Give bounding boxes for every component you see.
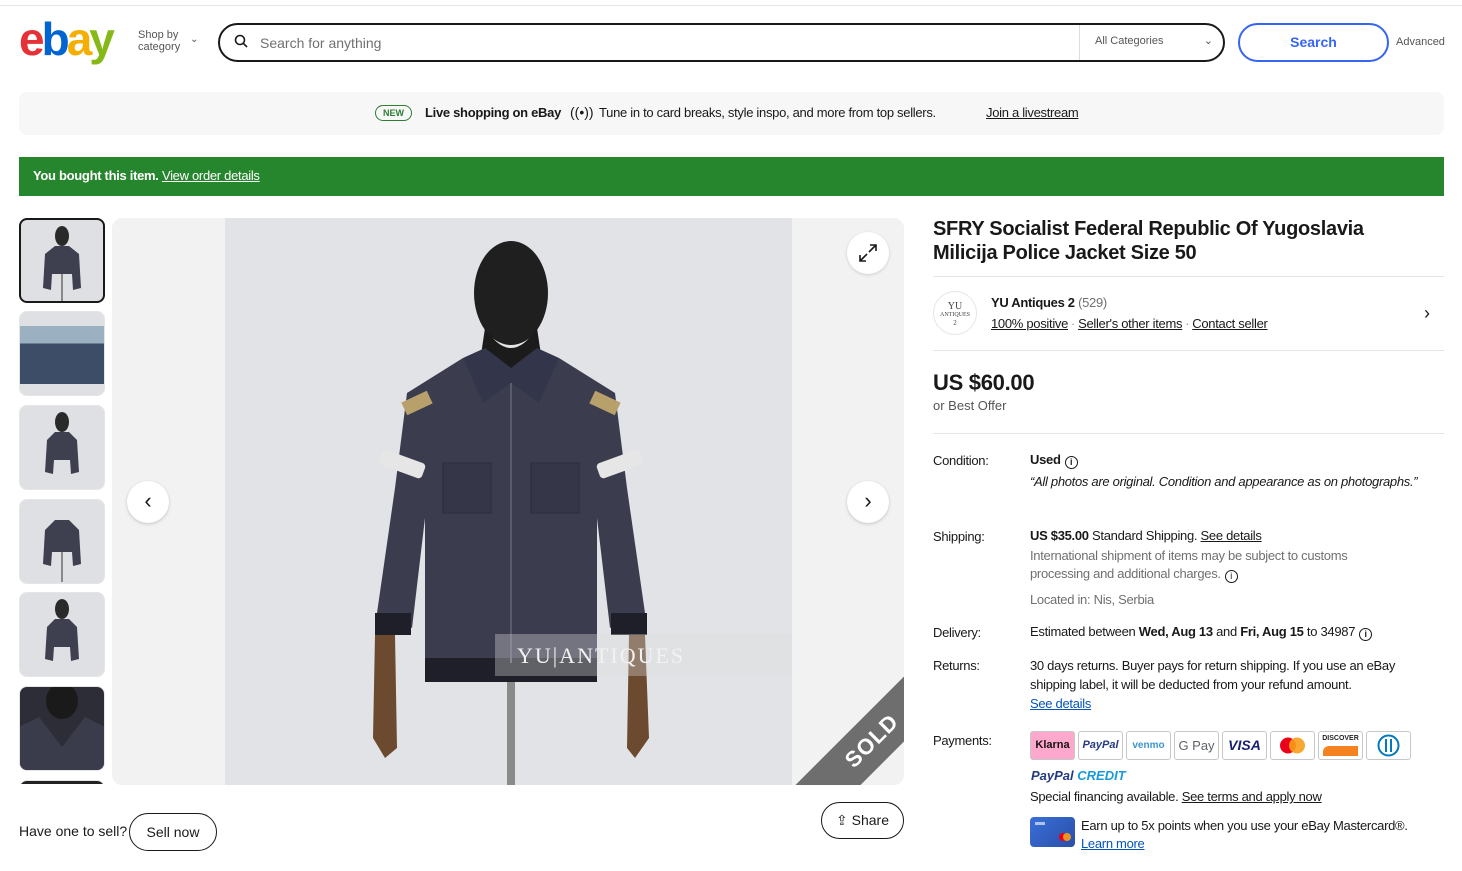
google-pay-icon: G Pay xyxy=(1174,731,1219,760)
livestream-text: Tune in to card breaks, style inspo, and… xyxy=(599,105,936,120)
sold-overlay: SOLD xyxy=(672,597,904,785)
thumbnail-3[interactable] xyxy=(19,405,105,490)
join-livestream-link[interactable]: Join a livestream xyxy=(986,105,1079,120)
discover-icon: DISCOVER xyxy=(1318,731,1363,760)
top-divider xyxy=(0,5,1462,6)
shipping-details-link[interactable]: See details xyxy=(1201,528,1262,543)
category-select[interactable]: All Categories ⌄ xyxy=(1079,25,1223,60)
ebay-logo[interactable]: ebay xyxy=(19,16,115,62)
collar-closeup xyxy=(20,687,104,770)
venmo-icon: venmo xyxy=(1126,731,1171,760)
next-image-button[interactable]: › xyxy=(847,481,889,523)
thumbnail-strip xyxy=(19,218,105,784)
shipping-label: Shipping: xyxy=(933,529,985,544)
jacket-thumbnail xyxy=(43,520,81,582)
shipping-value: US $35.00 Standard Shipping. See details… xyxy=(1030,527,1430,609)
jacket-thumbnail xyxy=(45,599,79,661)
search-button[interactable]: Search xyxy=(1238,23,1389,62)
purchase-message: You bought this item. xyxy=(33,168,159,183)
advanced-search-link[interactable]: Advanced xyxy=(1396,36,1445,48)
new-badge: NEW xyxy=(375,105,412,121)
returns-label: Returns: xyxy=(933,658,980,673)
share-icon: ⇪ xyxy=(836,812,848,828)
sold-label: SOLD xyxy=(728,597,904,785)
positive-feedback-link[interactable]: 100% positive xyxy=(991,316,1068,331)
thumbnail-7[interactable] xyxy=(19,780,105,784)
thumbnail-6[interactable] xyxy=(19,686,105,771)
divider xyxy=(933,433,1444,434)
diners-club-icon xyxy=(1366,731,1411,760)
ebay-mastercard-icon xyxy=(1030,817,1075,847)
sell-now-button[interactable]: Sell now xyxy=(129,813,217,851)
financing-info: Special financing available. See terms a… xyxy=(1030,789,1322,804)
divider xyxy=(933,350,1444,351)
delivery-label: Delivery: xyxy=(933,625,981,640)
paypal-icon: PayPal xyxy=(1078,731,1123,760)
paypal-credit-logo: PayPal CREDIT xyxy=(1031,768,1126,783)
search-bar: All Categories ⌄ xyxy=(218,23,1225,62)
returns-value: 30 days returns. Buyer pays for return s… xyxy=(1030,658,1396,711)
expand-icon xyxy=(859,244,877,262)
jacket-thumbnail xyxy=(45,412,79,474)
contact-seller-link[interactable]: Contact seller xyxy=(1192,316,1268,331)
purchase-banner: You bought this item. View order details xyxy=(19,157,1444,196)
share-button[interactable]: ⇪ Share xyxy=(821,802,904,839)
condition-value: Used i “All photos are original. Conditio… xyxy=(1030,451,1430,491)
chevron-down-icon: ⌄ xyxy=(190,34,199,45)
previous-image-button[interactable]: ‹ xyxy=(127,481,169,523)
best-offer-text: or Best Offer xyxy=(933,398,1007,413)
thumbnail-4[interactable] xyxy=(19,499,105,584)
thumbnail-1[interactable] xyxy=(19,218,105,303)
mastercard-promo: Earn up to 5x points when you use your e… xyxy=(1081,818,1408,851)
seller-links: 100% positive · Seller's other items · Conta… xyxy=(991,316,1268,331)
thumbnail-5[interactable] xyxy=(19,592,105,677)
visa-icon: VISA xyxy=(1222,731,1267,760)
search-icon xyxy=(234,34,248,48)
klarna-icon: Klarna xyxy=(1030,731,1075,760)
search-input[interactable] xyxy=(260,33,1060,53)
seller-avatar[interactable]: YU ANTIQUES 2 xyxy=(933,291,977,335)
jacket-thumbnail xyxy=(43,226,81,301)
have-one-to-sell-text: Have one to sell? xyxy=(19,823,128,839)
broadcast-icon: ((•)) xyxy=(570,104,594,120)
livestream-title: Live shopping on eBay xyxy=(425,105,561,120)
shop-by-category-button[interactable]: Shop by category ⌄ xyxy=(138,29,198,53)
customs-note: International shipment of items may be s… xyxy=(1030,548,1348,581)
chevron-right-icon[interactable]: › xyxy=(1424,303,1430,324)
item-price: US $60.00 xyxy=(933,370,1035,395)
view-order-link[interactable]: View order details xyxy=(162,168,260,183)
item-location: Located in: Nis, Serbia xyxy=(1030,592,1154,607)
condition-note: “All photos are original. Condition and … xyxy=(1030,474,1418,489)
info-icon[interactable]: i xyxy=(1064,456,1078,469)
svg-text:YU|ANTIQUES: YU|ANTIQUES xyxy=(517,643,685,668)
main-image-viewer: YU|ANTIQUES ‹ › SOLD xyxy=(112,218,904,785)
info-icon[interactable]: i xyxy=(1224,570,1238,583)
returns-details-link[interactable]: See details xyxy=(1030,696,1091,711)
chevron-down-icon: ⌄ xyxy=(1203,35,1213,47)
seller-feedback-count: (529) xyxy=(1078,295,1107,310)
listing-title: SFRY Socialist Federal Republic Of Yugos… xyxy=(933,218,1364,264)
expand-image-button[interactable] xyxy=(847,232,889,274)
financing-terms-link[interactable]: See terms and apply now xyxy=(1182,789,1322,804)
condition-label: Condition: xyxy=(933,453,989,468)
seller-other-items-link[interactable]: Seller's other items xyxy=(1078,316,1182,331)
mastercard-icon xyxy=(1270,731,1315,760)
crowd-photo xyxy=(20,326,104,384)
thumbnail-2[interactable] xyxy=(19,311,105,396)
payments-label: Payments: xyxy=(933,733,992,748)
livestream-banner: NEW Live shopping on eBay ((•)) Tune in … xyxy=(19,92,1444,135)
info-icon[interactable]: i xyxy=(1359,628,1373,641)
divider xyxy=(933,276,1444,277)
seller-name[interactable]: YU Antiques 2 (529) xyxy=(991,295,1107,310)
delivery-value: Estimated between Wed, Aug 13 and Fri, A… xyxy=(1030,623,1440,641)
learn-more-link[interactable]: Learn more xyxy=(1081,836,1145,851)
